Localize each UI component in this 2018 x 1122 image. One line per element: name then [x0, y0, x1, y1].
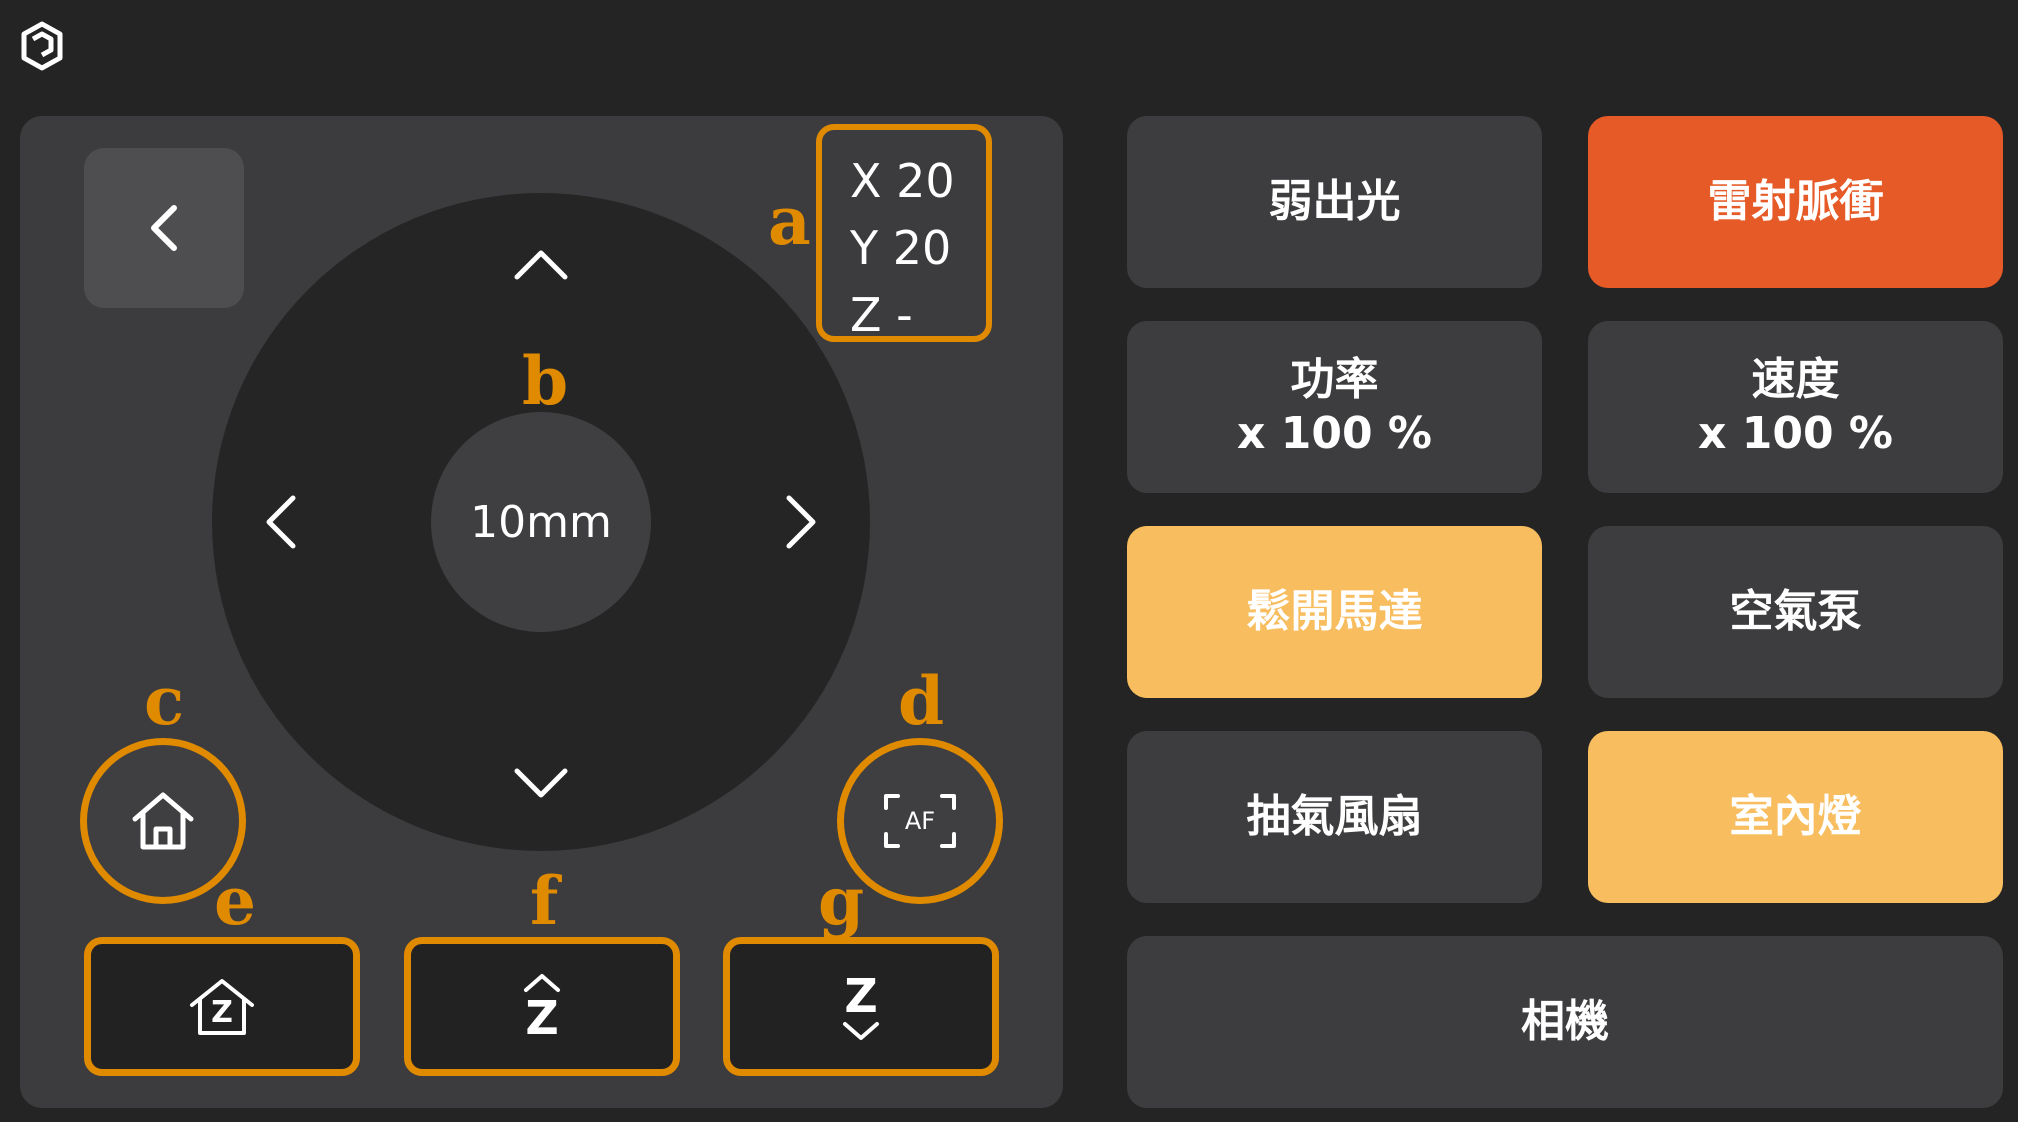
marker-b: b [522, 342, 569, 420]
marker-f: f [530, 862, 559, 940]
release-motor-label: 鬆開馬達 [1246, 586, 1423, 637]
marker-c: c [144, 662, 185, 740]
low-light-button[interactable]: 弱出光 [1127, 116, 1542, 288]
marker-e: e [214, 862, 256, 940]
chevron-down-icon [514, 768, 568, 798]
autofocus-af-icon: AF [883, 793, 957, 849]
step-size-button[interactable]: 10mm [431, 412, 651, 632]
move-up-button[interactable] [505, 240, 577, 288]
laser-pulse-label: 雷射脈衝 [1707, 176, 1884, 227]
home-icon [132, 792, 194, 850]
low-light-label: 弱出光 [1268, 176, 1401, 227]
x-position: X 20 [850, 154, 955, 208]
z-home-icon: Z [186, 975, 258, 1039]
laser-pulse-button[interactable]: 雷射脈衝 [1588, 116, 2003, 288]
autofocus-label: AF [904, 807, 936, 835]
marker-g: g [818, 862, 865, 940]
camera-button[interactable]: 相機 [1127, 936, 2003, 1108]
marker-d: d [898, 662, 945, 740]
z-up-button[interactable]: Z [404, 937, 680, 1076]
release-motor-button[interactable]: 鬆開馬達 [1127, 526, 1542, 698]
move-down-button[interactable] [505, 760, 577, 808]
move-right-button[interactable] [778, 486, 826, 558]
chevron-left-icon [266, 495, 296, 549]
z-up-label: Z [525, 990, 559, 1045]
exhaust-fan-button[interactable]: 抽氣風扇 [1127, 731, 1542, 903]
app-logo-icon [18, 20, 66, 72]
z-up-icon: Z [522, 972, 562, 1042]
camera-label: 相機 [1521, 996, 1609, 1047]
position-readout: X 20 Y 20 Z - [816, 124, 992, 342]
air-pump-label: 空氣泵 [1729, 586, 1862, 637]
room-light-label: 室內燈 [1729, 791, 1862, 842]
chevron-up-icon [514, 250, 568, 280]
speed-button[interactable]: 速度 x 100 % [1588, 321, 2003, 493]
air-pump-button[interactable]: 空氣泵 [1588, 526, 2003, 698]
z-down-label: Z [844, 968, 878, 1023]
room-light-button[interactable]: 室內燈 [1588, 731, 2003, 903]
power-title: 功率 [1290, 354, 1379, 405]
power-value: x 100 % [1237, 408, 1432, 459]
move-left-button[interactable] [256, 486, 304, 558]
step-size-label: 10mm [470, 496, 612, 548]
exhaust-fan-label: 抽氣風扇 [1246, 791, 1423, 842]
z-home-button[interactable]: Z [84, 937, 360, 1076]
z-home-label: Z [211, 994, 233, 1030]
speed-title: 速度 [1751, 354, 1840, 405]
chevron-down-icon [843, 1021, 879, 1040]
chevron-right-icon [786, 495, 816, 549]
y-position: Y 20 [850, 221, 952, 275]
power-button[interactable]: 功率 x 100 % [1127, 321, 1542, 493]
z-down-button[interactable]: Z [723, 937, 999, 1076]
marker-a: a [768, 182, 811, 260]
z-down-icon: Z [841, 972, 881, 1042]
z-position: Z - [850, 288, 913, 342]
back-button[interactable] [84, 148, 244, 308]
chevron-left-icon [151, 205, 177, 251]
speed-value: x 100 % [1698, 408, 1893, 459]
